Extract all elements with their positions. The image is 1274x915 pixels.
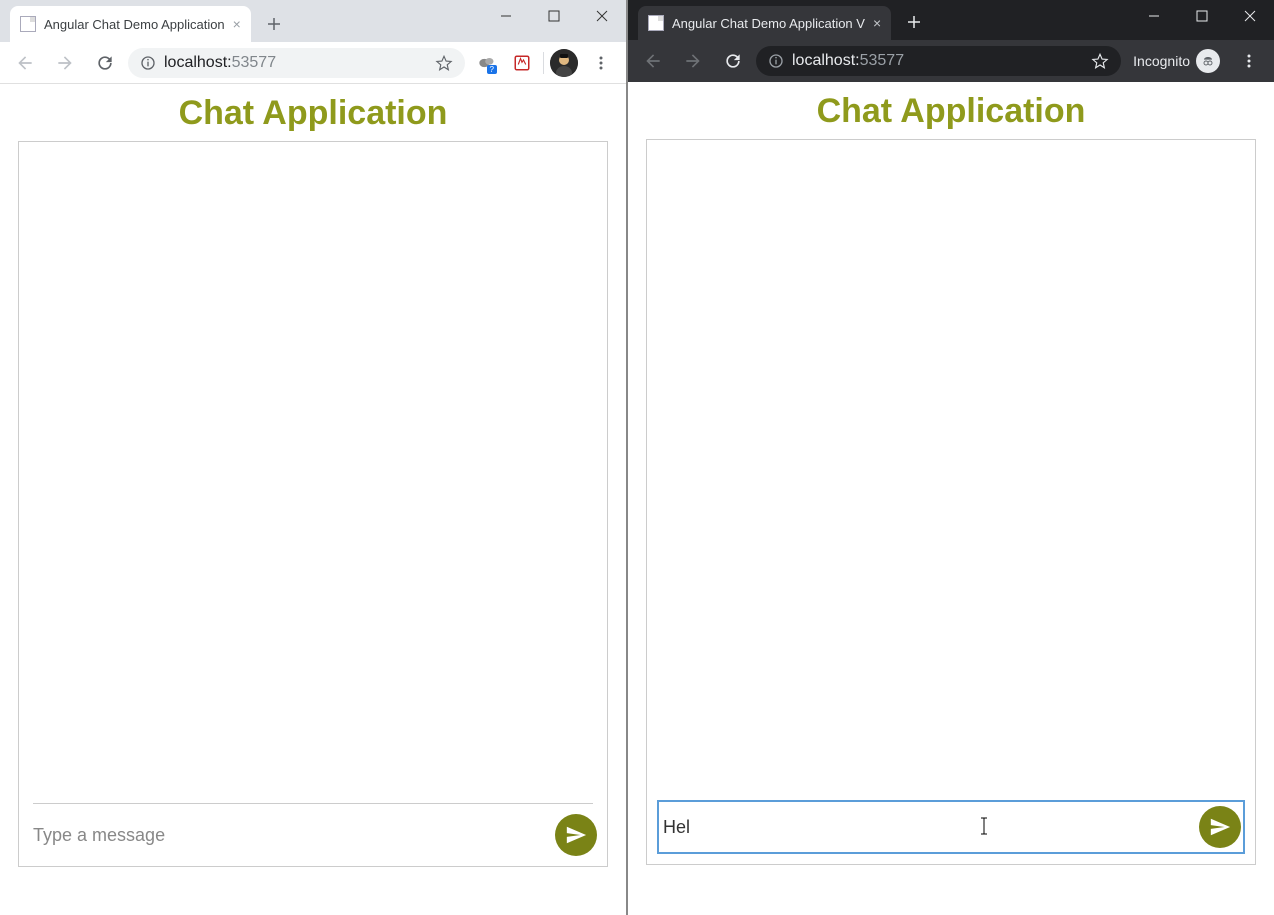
browser-toolbar: localhost:53577 Incognito <box>628 40 1274 82</box>
tab-close-icon[interactable]: × <box>233 16 241 32</box>
send-button[interactable] <box>555 814 597 856</box>
tab-title: Angular Chat Demo Application <box>44 17 225 32</box>
tab-title: Angular Chat Demo Application V <box>672 16 865 31</box>
browser-toolbar: localhost:53577 ? <box>0 42 626 84</box>
paper-plane-icon <box>1209 816 1231 838</box>
window-maximize-button[interactable] <box>1178 0 1226 32</box>
message-input[interactable] <box>663 817 1189 838</box>
favicon-icon <box>648 15 664 31</box>
app-title: Chat Application <box>0 84 626 141</box>
browser-tab[interactable]: Angular Chat Demo Application V × <box>638 6 891 40</box>
browser-tab[interactable]: Angular Chat Demo Application × <box>10 6 251 42</box>
send-button[interactable] <box>1199 806 1241 848</box>
window-maximize-button[interactable] <box>530 0 578 32</box>
window-controls <box>1130 0 1274 32</box>
reload-button[interactable] <box>716 44 750 78</box>
back-button[interactable] <box>636 44 670 78</box>
new-tab-button[interactable] <box>259 9 289 39</box>
notification-badge: ? <box>487 65 497 74</box>
menu-button[interactable] <box>1232 44 1266 78</box>
paper-plane-icon <box>565 824 587 846</box>
incognito-label: Incognito <box>1133 53 1190 69</box>
app-title: Chat Application <box>628 82 1274 139</box>
window-close-button[interactable] <box>1226 0 1274 32</box>
chat-container <box>646 139 1256 865</box>
url-host: localhost:53577 <box>164 54 276 72</box>
profile-avatar[interactable] <box>550 49 578 77</box>
url-host: localhost:53577 <box>792 52 904 70</box>
tab-close-icon[interactable]: × <box>873 15 881 31</box>
star-icon[interactable] <box>435 54 453 72</box>
page-content: Chat Application <box>0 84 626 915</box>
favicon-icon <box>20 16 36 32</box>
message-input-row <box>657 800 1245 854</box>
forward-button[interactable] <box>48 46 82 80</box>
new-tab-button[interactable] <box>899 7 929 37</box>
chat-container <box>18 141 608 867</box>
light-browser-window: Angular Chat Demo Application × localhos… <box>0 0 628 915</box>
messages-area <box>647 140 1255 790</box>
info-icon <box>140 55 156 71</box>
tab-strip: Angular Chat Demo Application V × <box>628 0 1274 40</box>
incognito-indicator[interactable]: Incognito <box>1127 49 1226 73</box>
star-icon[interactable] <box>1091 52 1109 70</box>
menu-button[interactable] <box>584 46 618 80</box>
incognito-icon <box>1196 49 1220 73</box>
forward-button[interactable] <box>676 44 710 78</box>
address-bar[interactable]: localhost:53577 <box>128 48 465 78</box>
separator <box>543 52 544 74</box>
window-minimize-button[interactable] <box>482 0 530 32</box>
notification-extension[interactable]: ? <box>471 48 501 78</box>
message-input-row <box>19 804 607 866</box>
message-input[interactable] <box>33 825 545 846</box>
tab-strip: Angular Chat Demo Application × <box>0 0 626 42</box>
reload-button[interactable] <box>88 46 122 80</box>
window-minimize-button[interactable] <box>1130 0 1178 32</box>
extension-icon[interactable] <box>507 48 537 78</box>
address-bar[interactable]: localhost:53577 <box>756 46 1121 76</box>
window-controls <box>482 0 626 32</box>
incognito-browser-window: Angular Chat Demo Application V × localh… <box>628 0 1274 915</box>
messages-area <box>19 142 607 803</box>
back-button[interactable] <box>8 46 42 80</box>
info-icon <box>768 53 784 69</box>
window-close-button[interactable] <box>578 0 626 32</box>
page-content: Chat Application <box>628 82 1274 915</box>
